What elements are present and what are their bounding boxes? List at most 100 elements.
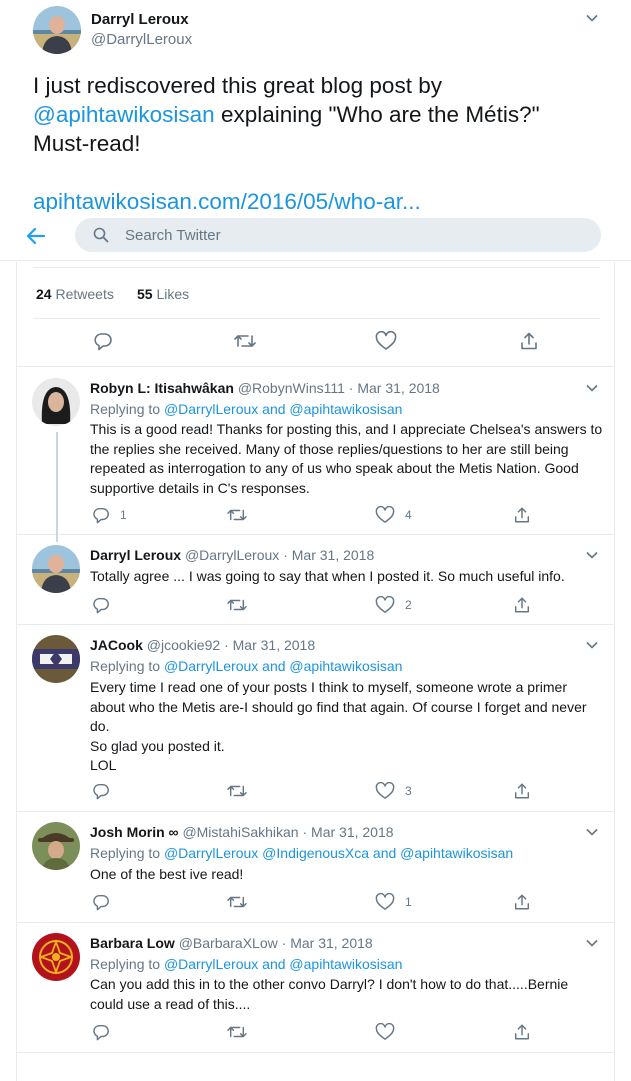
reply-date[interactable]: Mar 31, 2018 [290,935,373,951]
reply-icon [93,1024,109,1041]
retweet-icon [227,785,247,797]
search-input[interactable] [125,218,585,252]
replying-to-mentions[interactable]: @DarrylLeroux and @apihtawikosisan [164,658,403,674]
reply-button[interactable] [92,596,110,614]
like-button[interactable] [375,331,397,351]
chevron-down-icon[interactable] [586,549,598,561]
reply-text-line: Every time I read one of your posts I th… [90,679,587,734]
reply-author-name[interactable]: Darryl Leroux [90,547,181,563]
reply-date[interactable]: Mar 31, 2018 [311,824,394,840]
replying-to-mentions[interactable]: @DarrylLeroux and @apihtawikosisan [164,956,403,972]
replying-to-mentions[interactable]: @DarrylLeroux and @apihtawikosisan [164,401,403,417]
chevron-down-icon[interactable] [586,12,598,24]
chevron-down-icon[interactable] [586,639,598,651]
heart-icon [375,506,395,523]
reply-icon [93,783,109,800]
replying-to: Replying to @DarrylLeroux and @apihtawik… [90,658,402,674]
heart-icon [375,893,395,910]
back-arrow-icon[interactable] [24,226,48,246]
share-button[interactable] [513,1023,531,1041]
share-button[interactable] [513,782,531,800]
reply-tweet[interactable]: Barbara Low @BarbaraXLow · Mar 31, 2018 … [16,923,615,1053]
main-tweet: Darryl Leroux @DarrylLeroux I just redis… [0,0,631,215]
share-button[interactable] [519,331,539,351]
reply-author-handle[interactable]: @jcookie92 [147,637,220,653]
like-button[interactable] [375,1023,395,1041]
heart-icon [375,1023,395,1040]
reply-author-name[interactable]: Josh Morin ∞ [90,824,179,840]
reply-button[interactable] [92,782,110,800]
like-button[interactable]: 4 [375,506,412,524]
search-box[interactable] [75,218,601,252]
retweet-button[interactable] [226,1023,248,1041]
replying-to: Replying to @DarrylLeroux @IndigenousXca… [90,845,513,861]
retweet-button[interactable] [226,596,248,614]
retweet-button[interactable] [226,506,248,524]
avatar[interactable] [33,6,81,54]
replying-to-label: Replying to [90,845,161,861]
share-icon [514,1024,530,1040]
retweet-button[interactable] [226,782,248,800]
reply-icon [94,333,112,351]
avatar[interactable] [32,822,80,870]
tweet-text-part: I just rediscovered this great blog post… [33,73,442,98]
reply-date[interactable]: Mar 31, 2018 [357,380,440,396]
reply-actions [90,1023,540,1043]
share-button[interactable] [513,596,531,614]
reply-tweet[interactable]: Robyn L: Itisahwâkan @RobynWins111 · Mar… [16,368,615,542]
separator-dot: · [224,637,229,653]
reply-actions: 1 4 [90,506,540,526]
replying-to-mentions[interactable]: @DarrylLeroux @IndigenousXca and @apihta… [164,845,513,861]
reply-date[interactable]: Mar 31, 2018 [233,637,316,653]
avatar[interactable] [32,635,80,683]
avatar[interactable] [32,933,80,981]
reply-author-handle[interactable]: @DarrylLeroux [185,547,279,563]
chevron-down-icon[interactable] [586,382,598,394]
retweet-button[interactable] [226,893,248,911]
reply-button[interactable] [92,893,110,911]
like-button[interactable]: 3 [375,782,412,800]
chevron-down-icon[interactable] [586,937,598,949]
mention-link[interactable]: @apihtawikosisan [33,102,215,127]
reply-button[interactable]: 1 [92,506,127,524]
author-name[interactable]: Darryl Leroux [91,11,189,28]
likes-count: 55 [137,286,153,302]
share-icon [514,894,530,910]
retweet-button[interactable] [233,331,257,351]
like-count: 1 [405,895,412,909]
reply-author-name[interactable]: JACook [90,637,143,653]
like-button[interactable]: 2 [375,596,412,614]
avatar[interactable] [32,378,80,426]
reply-button[interactable] [93,331,113,351]
author-handle[interactable]: @DarrylLeroux [91,31,192,48]
share-button[interactable] [513,506,531,524]
likes-stat[interactable]: 55 Likes [137,286,189,302]
reply-date[interactable]: Mar 31, 2018 [292,547,375,563]
reply-header: Darryl Leroux @DarrylLeroux · Mar 31, 20… [90,547,374,563]
reply-author-handle[interactable]: @RobynWins111 [238,380,345,396]
avatar[interactable] [32,545,80,593]
reply-header: Barbara Low @BarbaraXLow · Mar 31, 2018 [90,935,373,951]
reply-author-handle[interactable]: @BarbaraXLow [179,935,278,951]
separator-dot: · [281,935,287,951]
tweet-text: I just rediscovered this great blog post… [33,71,593,158]
share-icon [514,507,530,523]
reply-author-name[interactable]: Barbara Low [90,935,175,951]
reply-actions: 2 [90,596,540,616]
reply-tweet[interactable]: Darryl Leroux @DarrylLeroux · Mar 31, 20… [16,535,615,625]
retweet-icon [227,896,247,908]
like-button[interactable]: 1 [375,893,412,911]
separator-dot: · [283,547,288,563]
reply-button[interactable] [92,1023,110,1041]
replying-to: Replying to @DarrylLeroux and @apihtawik… [90,401,402,417]
retweets-label: Retweets [55,286,114,302]
reply-author-name[interactable]: Robyn L: Itisahwâkan [90,380,234,396]
chevron-down-icon[interactable] [586,826,598,838]
thread-connector [56,432,58,542]
reply-author-handle[interactable]: @MistahiSakhikan [182,824,298,840]
reply-tweet[interactable]: Josh Morin ∞ @MistahiSakhikan · Mar 31, … [16,812,615,923]
reply-tweet[interactable]: JACook @jcookie92 · Mar 31, 2018 Replyin… [16,625,615,812]
retweets-stat[interactable]: 24 Retweets [36,286,114,302]
reply-actions: 1 [90,893,540,913]
share-button[interactable] [513,893,531,911]
